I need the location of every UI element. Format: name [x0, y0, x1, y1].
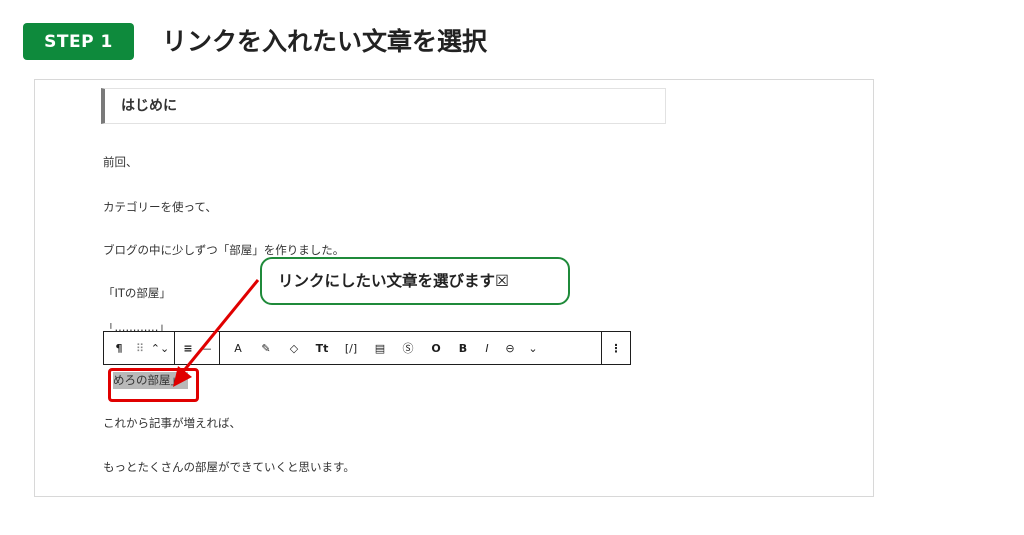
- chevron-down-icon[interactable]: ⌄: [522, 332, 544, 364]
- move-up-down-icon[interactable]: ⌃⌄: [150, 332, 170, 364]
- instruction-callout: リンクにしたい文章を選びます☒: [260, 257, 570, 305]
- drag-handle-icon[interactable]: ⠿: [130, 332, 150, 364]
- inline-code-icon[interactable]: [/]: [336, 332, 366, 364]
- toolbar-group-options: ⋮: [602, 332, 630, 364]
- paragraph[interactable]: ブログの中に少しずつ「部屋」を作りました。: [103, 242, 344, 258]
- toolbar-group-block: ¶ ⠿ ⌃⌄: [104, 332, 175, 364]
- more-options-icon[interactable]: ⋮: [606, 332, 626, 364]
- paragraph[interactable]: 「ITの部屋」: [103, 285, 171, 301]
- highlight-icon[interactable]: ✎: [252, 332, 280, 364]
- toolbar-group-align: ≡ —: [175, 332, 220, 364]
- step-badge: STEP 1: [23, 23, 134, 60]
- block-toolbar: ¶ ⠿ ⌃⌄ ≡ — A ✎ ◇ Tt [/] ▤ Ⓢ O B I ⊖ ⌄ ⋮: [103, 331, 631, 365]
- toolbar-group-format: A ✎ ◇ Tt [/] ▤ Ⓢ O B I ⊖ ⌄: [220, 332, 602, 364]
- paragraph[interactable]: これから記事が増えれば、: [103, 415, 241, 431]
- text-color-icon[interactable]: A: [224, 332, 252, 364]
- callout-text: リンクにしたい文章を選びます☒: [278, 272, 509, 290]
- paragraph-partially-hidden[interactable]: 「............」: [103, 323, 170, 331]
- font-size-icon[interactable]: Tt: [308, 332, 336, 364]
- italic-button[interactable]: I: [476, 332, 498, 364]
- paragraph[interactable]: もっとたくさんの部屋ができていくと思います。: [103, 459, 355, 475]
- bold-button[interactable]: B: [450, 332, 476, 364]
- align-left-icon[interactable]: —: [197, 332, 215, 364]
- page-title: リンクを入れたい文章を選択: [162, 27, 488, 56]
- paragraph[interactable]: 前回、: [103, 154, 138, 170]
- dollar-circle-icon[interactable]: Ⓢ: [394, 332, 422, 364]
- list-icon[interactable]: ▤: [366, 332, 394, 364]
- heading-block[interactable]: はじめに: [101, 88, 666, 124]
- heading-text: はじめに: [121, 98, 177, 114]
- circle-icon[interactable]: O: [422, 332, 450, 364]
- align-center-icon[interactable]: ≡: [179, 332, 197, 364]
- paragraph[interactable]: カテゴリーを使って、: [103, 199, 217, 215]
- selection-highlight-box: [108, 368, 199, 402]
- paragraph-icon[interactable]: ¶: [108, 332, 130, 364]
- link-icon[interactable]: ⊖: [498, 332, 522, 364]
- tag-icon[interactable]: ◇: [280, 332, 308, 364]
